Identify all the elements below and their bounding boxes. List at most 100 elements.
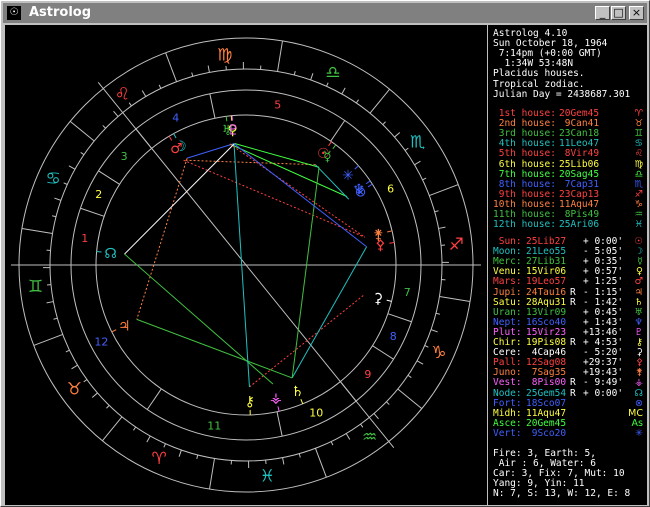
planet-name: Mars: [493, 276, 522, 288]
house-sign-icon: ♓ [634, 219, 643, 231]
aspect-line [183, 159, 365, 238]
zodiac-tick [163, 443, 166, 448]
house-number: 9 [364, 368, 371, 381]
zodiac-tick [310, 73, 314, 81]
zodiac-tick [106, 405, 110, 409]
planet-tick [111, 329, 117, 333]
planet-tick [387, 230, 393, 233]
zodiac-tick [196, 454, 199, 459]
chart-wheel[interactable]: ♈♉♊♋♌♍♎♏♐♑♒♓123456789101112☉☽☿♀♂♃♄♅♆♇⚷⚳⚴… [5, 25, 487, 505]
planet-icon: ✳ [342, 168, 354, 184]
planet-offset: + 1:25' [583, 276, 624, 288]
title-bar[interactable]: ☉ Astrolog _ □ × [3, 3, 647, 23]
zodiac-tick [46, 301, 54, 304]
zodiac-sign-icon: ♑ [431, 343, 446, 363]
zodiac-tick [209, 458, 215, 490]
house-number: 8 [390, 330, 397, 343]
planet-icon: ♃ [118, 319, 131, 335]
planet-tick [354, 165, 359, 170]
house-cusp-line [330, 120, 346, 142]
zodiac-tick [438, 226, 446, 229]
zodiac-tick [63, 182, 68, 185]
retrograde-flag: R [570, 387, 576, 399]
zodiac-tick [65, 349, 70, 353]
zodiac-tick [429, 184, 459, 197]
planet-icon: ☊ [104, 246, 116, 262]
zodiac-tick [382, 121, 386, 125]
planet-tick [332, 144, 337, 150]
house-value: 25Ari06 [559, 219, 600, 231]
window-title: Astrolog [29, 5, 92, 20]
zodiac-tick [434, 210, 439, 213]
zodiac-tick [373, 413, 379, 420]
zodiac-tick [101, 416, 123, 442]
zodiac-sign-icon: ♉ [67, 380, 82, 400]
planet-position: 19Leo57 [526, 276, 567, 288]
zodiac-tick [68, 165, 76, 170]
planet-tick [367, 183, 373, 188]
house-number: 12 [94, 335, 108, 348]
zodiac-tick [414, 160, 421, 166]
zodiac-tick [314, 448, 327, 478]
planet-tick [225, 116, 228, 122]
planet-tick [365, 180, 371, 185]
zodiac-tick [83, 379, 88, 383]
zodiac-tick [422, 177, 427, 181]
house-cusp-line [387, 313, 412, 323]
planet-icon: ♄ [291, 384, 304, 400]
aspect-line [124, 253, 274, 385]
planet-icon: ⚵ [373, 227, 383, 243]
info-panel: Astrolog 4.10 Sun October 18, 1964 7:14pm… [489, 25, 647, 505]
zodiac-tick [355, 99, 359, 104]
planet-icon: ♂ [170, 141, 183, 157]
zodiac-tick [282, 457, 285, 465]
minimize-button[interactable]: _ [595, 6, 610, 20]
house-label: 5th house: [493, 148, 556, 160]
zodiac-tick [424, 345, 429, 348]
zodiac-tick [326, 82, 329, 87]
zodiac-tick [146, 435, 151, 443]
zodiac-sign-icon: ♌ [115, 84, 130, 104]
zodiac-tick [133, 426, 137, 431]
zodiac-sign-icon: ♐ [449, 235, 464, 255]
zodiac-sign-icon: ♊ [28, 277, 43, 297]
zodiac-sign-icon: ♍ [217, 46, 232, 66]
house-cusp-line [209, 93, 216, 119]
zodiac-tick [277, 40, 283, 72]
maximize-button[interactable]: □ [611, 6, 626, 20]
house-number: 11 [207, 419, 221, 432]
close-button[interactable]: × [629, 6, 644, 20]
zodiac-tick [53, 317, 58, 320]
planet-icon: ⚷ [245, 394, 255, 410]
zodiac-tick [113, 110, 119, 117]
planet-position: 9Sco20 [526, 427, 567, 439]
zodiac-tick [54, 197, 62, 201]
panel-divider [487, 25, 488, 505]
planet-glyph-icon: ⚶ [634, 377, 643, 389]
planet-tick [328, 141, 332, 147]
house-number: 5 [274, 99, 281, 112]
planet-name: Vert: [493, 427, 522, 439]
house-cusp-line [80, 207, 105, 217]
summary-line: N: 7, S: 13, W: 12, E: 8 [493, 488, 631, 500]
house-number: 3 [121, 150, 128, 163]
zodiac-tick [386, 401, 390, 405]
zodiac-sign-icon: ♒ [362, 428, 377, 448]
house-cusp-line [98, 170, 120, 185]
zodiac-tick [52, 215, 57, 218]
planet-tick [173, 133, 177, 139]
header-line: Julian Day = 2438687.301 [493, 88, 631, 100]
zodiac-tick [439, 296, 471, 302]
zodiac-tick [158, 84, 162, 89]
house-label: 12th house: [493, 219, 556, 231]
planet-position: 8Pis00 [526, 377, 567, 389]
house-number: 1 [81, 232, 88, 245]
zodiac-tick [397, 388, 423, 410]
zodiac-sign-icon: ♎ [325, 63, 340, 83]
zodiac-sign-icon: ♋ [46, 169, 61, 189]
planet-tick [168, 135, 173, 141]
zodiac-tick [298, 453, 301, 458]
zodiac-tick [345, 433, 351, 440]
house-value: 8Vir49 [559, 148, 600, 160]
astrolog-app-icon[interactable]: ☉ [7, 6, 21, 20]
